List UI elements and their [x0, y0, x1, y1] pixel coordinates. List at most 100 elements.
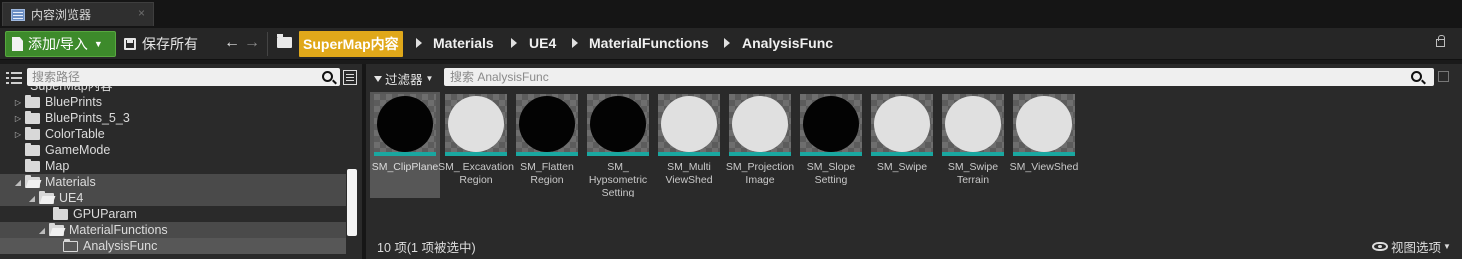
- tree-item[interactable]: GPUParam: [0, 206, 346, 222]
- tree-item[interactable]: SuperMap内容: [0, 86, 346, 94]
- asset-name: SM_Multi ViewShed: [665, 161, 713, 186]
- tree-item[interactable]: ▷ BluePrints_5_3: [0, 110, 346, 126]
- tree-item[interactable]: Map: [0, 158, 346, 174]
- expand-arrow-icon[interactable]: ▷: [14, 98, 22, 107]
- status-text: 10 项(1 项被选中): [377, 241, 476, 255]
- material-sphere-icon: [448, 96, 504, 152]
- tree-item-label: Map: [45, 159, 70, 173]
- asset-name: SM_Swipe Terrain: [947, 161, 999, 186]
- asset-tile[interactable]: SM_Swipe: [867, 92, 937, 198]
- tree-item-label: SuperMap内容: [30, 86, 113, 93]
- sources-panel: 搜索路径 SuperMap内容 ▷ BluePrints ▷ BluePrints_5_…: [0, 64, 362, 259]
- breadcrumb-arrow-icon[interactable]: [724, 38, 730, 48]
- expand-arrow-icon[interactable]: ▷: [14, 114, 22, 123]
- chevron-down-icon: ▼: [93, 39, 103, 49]
- material-sphere-icon: [661, 96, 717, 152]
- tree-item-label: Materials: [45, 175, 96, 189]
- close-icon[interactable]: ×: [138, 6, 145, 20]
- material-sphere-icon: [590, 96, 646, 152]
- tree-item[interactable]: ◢ MaterialFunctions: [0, 222, 346, 238]
- folder-icon: [25, 142, 40, 156]
- asset-tile[interactable]: SM_Swipe Terrain: [938, 92, 1008, 198]
- breadcrumb-analysisfunc[interactable]: AnalysisFunc: [742, 35, 833, 51]
- folder-icon: [25, 110, 40, 124]
- tree-item-label: GameMode: [45, 143, 111, 157]
- back-arrow-icon[interactable]: ←: [224, 34, 240, 52]
- asset-name: SM_ Hypsometric Setting: [588, 161, 648, 197]
- tree-item-label: AnalysisFunc: [83, 239, 158, 253]
- expand-arrow-icon[interactable]: ◢: [28, 194, 36, 203]
- folder-icon: [25, 94, 40, 108]
- material-sphere-icon: [377, 96, 433, 152]
- tree-item[interactable]: AnalysisFunc: [0, 238, 346, 254]
- folder-icon: [53, 206, 68, 220]
- tab-title: 内容浏览器: [31, 8, 92, 22]
- save-all-button[interactable]: 保存所有: [124, 31, 198, 57]
- breadcrumb-arrow-icon[interactable]: [572, 38, 578, 48]
- asset-tile[interactable]: SM_Multi ViewShed: [654, 92, 724, 198]
- filter-label: 过滤器: [385, 73, 423, 87]
- material-sphere-icon: [1016, 96, 1072, 152]
- filter-button[interactable]: 过滤器 ▼: [374, 69, 433, 88]
- expand-arrow-icon[interactable]: ◢: [38, 226, 46, 235]
- material-sphere-icon: [803, 96, 859, 152]
- folder-tree: SuperMap内容 ▷ BluePrints ▷ BluePrints_5_3 ▷ Col…: [0, 86, 346, 254]
- expand-arrow-icon[interactable]: ◢: [14, 178, 22, 187]
- material-thumbnail: [374, 94, 436, 156]
- tree-item-label: GPUParam: [73, 207, 137, 221]
- breadcrumb-ue4[interactable]: UE4: [529, 35, 556, 51]
- tree-item-label: BluePrints: [45, 95, 102, 109]
- folder-icon: [25, 174, 40, 188]
- forward-arrow-icon[interactable]: →: [244, 34, 260, 52]
- view-options-label: 视图选项: [1391, 241, 1442, 255]
- asset-tile[interactable]: SM_ViewShed: [1009, 92, 1079, 198]
- asset-tile[interactable]: SM_ Hypsometric Setting: [583, 92, 653, 198]
- view-options-button[interactable]: 视图选项 ▼: [1372, 237, 1451, 256]
- material-thumbnail: [800, 94, 862, 156]
- tree-item[interactable]: ▷ BluePrints: [0, 94, 346, 110]
- search-icon[interactable]: [322, 71, 333, 82]
- tree-item-label: BluePrints_5_3: [45, 111, 130, 125]
- save-all-label: 保存所有: [142, 36, 198, 52]
- tab-content-browser[interactable]: 内容浏览器 ×: [2, 2, 154, 26]
- list-view-icon[interactable]: [343, 70, 357, 85]
- tree-item[interactable]: GameMode: [0, 142, 346, 158]
- add-import-button[interactable]: 添加/导入 ▼: [5, 31, 116, 57]
- asset-tile[interactable]: SM_Slope Setting: [796, 92, 866, 198]
- breadcrumb-arrow-icon[interactable]: [511, 38, 517, 48]
- lock-icon[interactable]: [1436, 35, 1445, 47]
- expand-arrow-icon[interactable]: ▷: [14, 130, 22, 139]
- search-icon[interactable]: [1411, 71, 1422, 82]
- scrollbar[interactable]: [347, 169, 357, 236]
- eye-icon: [1372, 242, 1388, 251]
- tree-item[interactable]: ◢ Materials: [0, 174, 346, 190]
- tree-item-label: ColorTable: [45, 127, 105, 141]
- sources-toggle-icon[interactable]: [6, 71, 22, 85]
- save-search-icon[interactable]: [1438, 71, 1449, 82]
- breadcrumb-arrow-icon[interactable]: [416, 38, 422, 48]
- material-thumbnail: [1013, 94, 1075, 156]
- content-browser-icon: [11, 8, 25, 21]
- asset-tile[interactable]: SM_Flatten Region: [512, 92, 582, 198]
- tree-item[interactable]: ◢ UE4: [0, 190, 346, 206]
- material-thumbnail: [445, 94, 507, 156]
- breadcrumb-materials[interactable]: Materials: [433, 35, 494, 51]
- folder-icon: [39, 190, 54, 204]
- folder-icon[interactable]: [277, 34, 292, 48]
- breadcrumb-materialfunctions[interactable]: MaterialFunctions: [589, 35, 709, 51]
- asset-tile[interactable]: SM_ Excavation Region: [438, 92, 514, 198]
- material-sphere-icon: [874, 96, 930, 152]
- asset-search-input[interactable]: 搜索 AnalysisFunc: [444, 68, 1434, 86]
- folder-icon: [63, 238, 78, 252]
- tree-item[interactable]: ▷ ColorTable: [0, 126, 346, 142]
- breadcrumb-root[interactable]: SuperMap内容: [299, 31, 403, 57]
- save-icon: [124, 38, 136, 50]
- asset-tile[interactable]: SM_Projection Image: [725, 92, 795, 198]
- path-search-input[interactable]: 搜索路径: [27, 68, 340, 86]
- material-thumbnail: [942, 94, 1004, 156]
- asset-tile[interactable]: SM_ClipPlane: [370, 92, 440, 198]
- asset-panel: 过滤器 ▼ 搜索 AnalysisFunc SM_ClipPlane SM_ Ex…: [366, 64, 1462, 259]
- folder-icon: [25, 126, 40, 140]
- path-search-row: 搜索路径: [0, 68, 362, 88]
- add-import-label: 添加/导入: [28, 36, 88, 52]
